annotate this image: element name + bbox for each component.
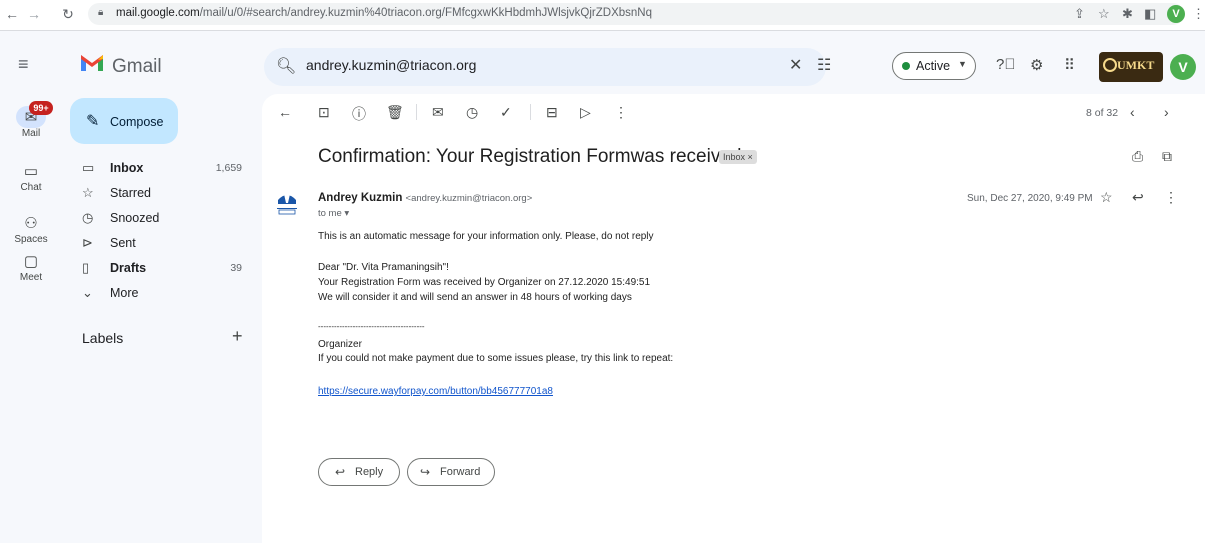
toolbar-divider [530, 104, 531, 120]
sidepanel-icon[interactable]: ◧ [1144, 6, 1156, 22]
reply-icon[interactable]: ↩ [1132, 189, 1144, 206]
browser-reload-icon[interactable]: ↻ [60, 6, 76, 23]
chat-icon: ▭ [23, 163, 39, 180]
more-options-icon[interactable]: ⋮ [614, 104, 628, 121]
share-icon[interactable]: ⇪ [1074, 6, 1085, 22]
email-date: Sun, Dec 27, 2020, 9:49 PM [967, 193, 1093, 204]
sidebar-item-sent[interactable]: ⊳ Sent [70, 232, 252, 254]
extensions-icon[interactable]: ✱ [1122, 6, 1133, 22]
send-icon: ⊳ [82, 235, 93, 250]
body-line-payment: If you could not make payment due to som… [318, 353, 674, 364]
gmail-logo-icon[interactable] [79, 51, 105, 73]
clear-search-icon[interactable]: ✕ [789, 55, 802, 75]
labels-heading: Labels [82, 330, 124, 346]
gmail-wordmark[interactable]: Gmail [112, 56, 162, 78]
reply-arrow-icon: ↩ [335, 465, 346, 479]
meet-icon: ▢ [23, 253, 39, 270]
rail-item-chat[interactable]: ▭ Chat [7, 162, 55, 193]
older-chevron-icon[interactable]: › [1164, 104, 1169, 120]
star-icon[interactable]: ☆ [1100, 189, 1113, 206]
browser-back-icon[interactable]: ← [4, 6, 20, 22]
sidebar-item-more[interactable]: ⌄ More [70, 282, 252, 304]
lock-icon: 🔒︎ [98, 7, 104, 18]
inbox-label-chip[interactable]: Inbox × [719, 150, 757, 164]
org-emblem-icon [1103, 58, 1117, 72]
open-new-window-icon[interactable]: ⧉ [1162, 148, 1172, 165]
sender-email: <andrey.kuzmin@triacon.org> [405, 193, 533, 204]
main-menu-icon[interactable]: ≡ [18, 54, 29, 75]
newer-chevron-icon[interactable]: ‹ [1130, 104, 1135, 120]
unread-badge: 99+ [29, 101, 53, 115]
clock-icon: ◷ [82, 210, 94, 225]
browser-profile-avatar[interactable]: V [1167, 5, 1185, 23]
status-dot-icon [902, 62, 910, 70]
sender-avatar[interactable] [276, 190, 298, 216]
spaces-icon: ⚇ [24, 215, 38, 232]
status-label: Active [916, 59, 951, 73]
org-logo-text: UMKT [1117, 58, 1155, 72]
body-separator: ---------------------------------------- [318, 322, 425, 331]
body-line-consider: We will consider it and will send an ans… [318, 292, 632, 303]
message-more-icon[interactable]: ⋮ [1164, 189, 1178, 206]
sender-name[interactable]: Andrey Kuzmin <andrey.kuzmin@triacon.org… [318, 192, 532, 204]
report-spam-icon[interactable]: ⓘ [352, 104, 366, 124]
snooze-icon[interactable]: ◷ [466, 104, 478, 121]
body-line-greeting: Dear "Dr. Vita Pramaningsih"! [318, 262, 449, 273]
inbox-icon: ▭ [82, 160, 95, 175]
sidebar-item-drafts[interactable]: ▯ Drafts 39 [70, 257, 252, 279]
payment-link[interactable]: https://secure.wayforpay.com/button/bb45… [318, 386, 553, 397]
search-input[interactable] [306, 57, 726, 73]
compose-label: Compose [110, 115, 164, 129]
body-line-received: Your Registration Form was received by O… [318, 277, 651, 288]
draft-icon: ▯ [82, 260, 90, 275]
body-line-organizer: Organizer [318, 339, 362, 350]
forward-button[interactable]: ↪ Forward [407, 458, 495, 486]
star-icon: ☆ [82, 185, 94, 200]
address-bar-url[interactable]: mail.google.com/mail/u/0/#search/andrey.… [116, 7, 652, 19]
email-subject: Confirmation: Your Registration Formwas … [318, 146, 747, 167]
rail-item-spaces[interactable]: ⚇ Spaces [7, 214, 55, 245]
delete-icon[interactable]: 🗑︎ [386, 104, 404, 121]
search-icon[interactable]: 🔍︎ [276, 56, 296, 76]
bookmark-star-icon[interactable]: ☆ [1098, 6, 1110, 22]
settings-gear-icon[interactable]: ⚙ [1030, 56, 1043, 74]
help-icon[interactable]: ?⃝ [996, 56, 1016, 73]
chevron-down-icon: ⌄ [82, 285, 93, 300]
browser-forward-icon[interactable]: → [26, 6, 42, 22]
back-arrow-icon[interactable]: ← [278, 104, 292, 120]
pencil-icon: ✎ [86, 113, 100, 130]
sidebar-item-snoozed[interactable]: ◷ Snoozed [70, 207, 252, 229]
status-caret-icon: ▼ [958, 59, 967, 69]
browser-menu-icon[interactable]: ⋮ [1192, 6, 1205, 22]
forward-arrow-icon: ↪ [420, 465, 431, 479]
account-avatar[interactable]: V [1170, 54, 1196, 80]
sidebar-item-inbox[interactable]: ▭ Inbox 1,659 [70, 157, 252, 179]
pagination-count: 8 of 32 [1086, 107, 1119, 119]
apps-grid-icon[interactable]: ⠿ [1064, 56, 1075, 74]
label-icon[interactable]: ▷ [580, 104, 591, 121]
print-icon[interactable]: ⎙ [1132, 148, 1143, 165]
move-to-icon[interactable]: ⊟ [546, 104, 558, 121]
rail-item-meet[interactable]: ▢ Meet [7, 252, 55, 283]
add-label-icon[interactable]: + [232, 326, 243, 347]
mark-unread-icon[interactable]: ✉ [432, 104, 444, 121]
sidebar-item-starred[interactable]: ☆ Starred [70, 182, 252, 204]
recipient-details[interactable]: to me ▾ [318, 208, 349, 219]
search-options-icon[interactable]: ☷ [817, 55, 831, 75]
toolbar-divider [416, 104, 417, 120]
add-task-icon[interactable]: ✓ [500, 104, 512, 121]
archive-icon[interactable]: ⊡ [318, 104, 330, 121]
body-line-notice: This is an automatic message for your in… [318, 231, 654, 242]
reply-button[interactable]: ↩ Reply [318, 458, 400, 486]
